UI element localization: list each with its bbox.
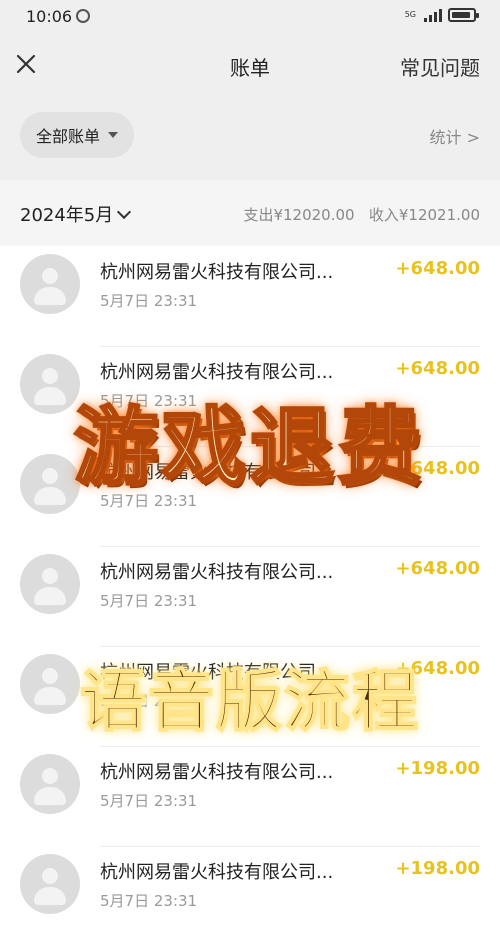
avatar-placeholder-icon <box>20 854 80 914</box>
transaction-time: 5月7日 23:31 <box>100 792 198 810</box>
transaction-row[interactable]: 杭州网易雷火科技有限公司... 5月7日 23:31 +648.00 <box>0 346 500 446</box>
merchant-name: 杭州网易雷火科技有限公司... <box>100 462 334 483</box>
month-label: 2024年5月 <box>20 205 114 226</box>
filter-bar: 全部账单 统计 > <box>0 96 500 180</box>
battery-icon <box>448 8 479 22</box>
transaction-row[interactable]: 杭州网易雷火科技有限公司... 5月7日 23:31 +198.00 <box>0 846 500 946</box>
merchant-name: 杭州网易雷火科技有限公司... <box>100 662 334 683</box>
faq-link[interactable]: 常见问题 <box>400 52 480 81</box>
transaction-row[interactable]: 杭州网易雷火科技有限公司... 5月7日 23:31 +648.00 <box>0 446 500 546</box>
avatar-placeholder-icon <box>20 654 80 714</box>
transaction-row[interactable]: 杭州网易雷火科技有限公司... 5月7日 23:31 +198.00 <box>0 746 500 846</box>
transaction-amount: +648.00 <box>395 558 480 579</box>
signal-bars-icon <box>424 8 442 22</box>
transaction-time: 5月7日 23:31 <box>100 392 198 410</box>
caret-down-icon <box>108 132 119 138</box>
app-notification-icon <box>76 9 90 23</box>
transaction-time: 5月7日 23:31 <box>100 692 198 710</box>
merchant-name: 杭州网易雷火科技有限公司... <box>100 562 334 583</box>
chevron-down-icon <box>117 204 132 220</box>
statistics-link[interactable]: 统计 > <box>430 124 481 148</box>
transaction-time: 5月7日 23:31 <box>100 292 198 310</box>
month-selector[interactable]: 2024年5月 <box>20 201 132 227</box>
status-time: 10:06 <box>26 7 73 26</box>
merchant-name: 杭州网易雷火科技有限公司... <box>100 262 334 283</box>
transaction-amount: +198.00 <box>395 858 480 879</box>
status-bar: 10:06 5G <box>0 0 500 34</box>
transaction-time: 5月7日 23:31 <box>100 592 198 610</box>
transaction-amount: +648.00 <box>395 458 480 479</box>
income-total: 收入¥12021.00 <box>368 206 480 224</box>
transaction-time: 5月7日 23:31 <box>100 492 198 510</box>
merchant-name: 杭州网易雷火科技有限公司... <box>100 362 334 383</box>
avatar-placeholder-icon <box>20 754 80 814</box>
avatar-placeholder-icon <box>20 554 80 614</box>
avatar-placeholder-icon <box>20 354 80 414</box>
month-summary: 支出¥12020.00 收入¥12021.00 <box>243 204 480 225</box>
merchant-name: 杭州网易雷火科技有限公司... <box>100 862 334 883</box>
all-bills-dropdown[interactable]: 全部账单 <box>20 112 135 158</box>
transaction-amount: +198.00 <box>395 758 480 779</box>
transaction-amount: +648.00 <box>395 658 480 679</box>
merchant-name: 杭州网易雷火科技有限公司... <box>100 762 334 783</box>
all-bills-label: 全部账单 <box>36 127 101 146</box>
nav-bar: 账单 常见问题 <box>0 34 500 96</box>
expense-total: 支出¥12020.00 <box>243 206 355 224</box>
transaction-list: 杭州网易雷火科技有限公司... 5月7日 23:31 +648.00 杭州网易雷… <box>0 246 500 946</box>
transaction-row[interactable]: 杭州网易雷火科技有限公司... 5月7日 23:31 +648.00 <box>0 546 500 646</box>
network-label: 5G <box>404 10 416 19</box>
transaction-amount: +648.00 <box>395 358 480 379</box>
avatar-placeholder-icon <box>20 454 80 514</box>
status-icons: 5G <box>404 8 479 22</box>
transaction-amount: +648.00 <box>395 258 480 279</box>
transaction-row[interactable]: 杭州网易雷火科技有限公司... 5月7日 23:31 +648.00 <box>0 646 500 746</box>
avatar-placeholder-icon <box>20 254 80 314</box>
month-bar: 2024年5月 支出¥12020.00 收入¥12021.00 <box>0 180 500 246</box>
transaction-row[interactable]: 杭州网易雷火科技有限公司... 5月7日 23:31 +648.00 <box>0 246 500 346</box>
transaction-time: 5月7日 23:31 <box>100 892 198 910</box>
